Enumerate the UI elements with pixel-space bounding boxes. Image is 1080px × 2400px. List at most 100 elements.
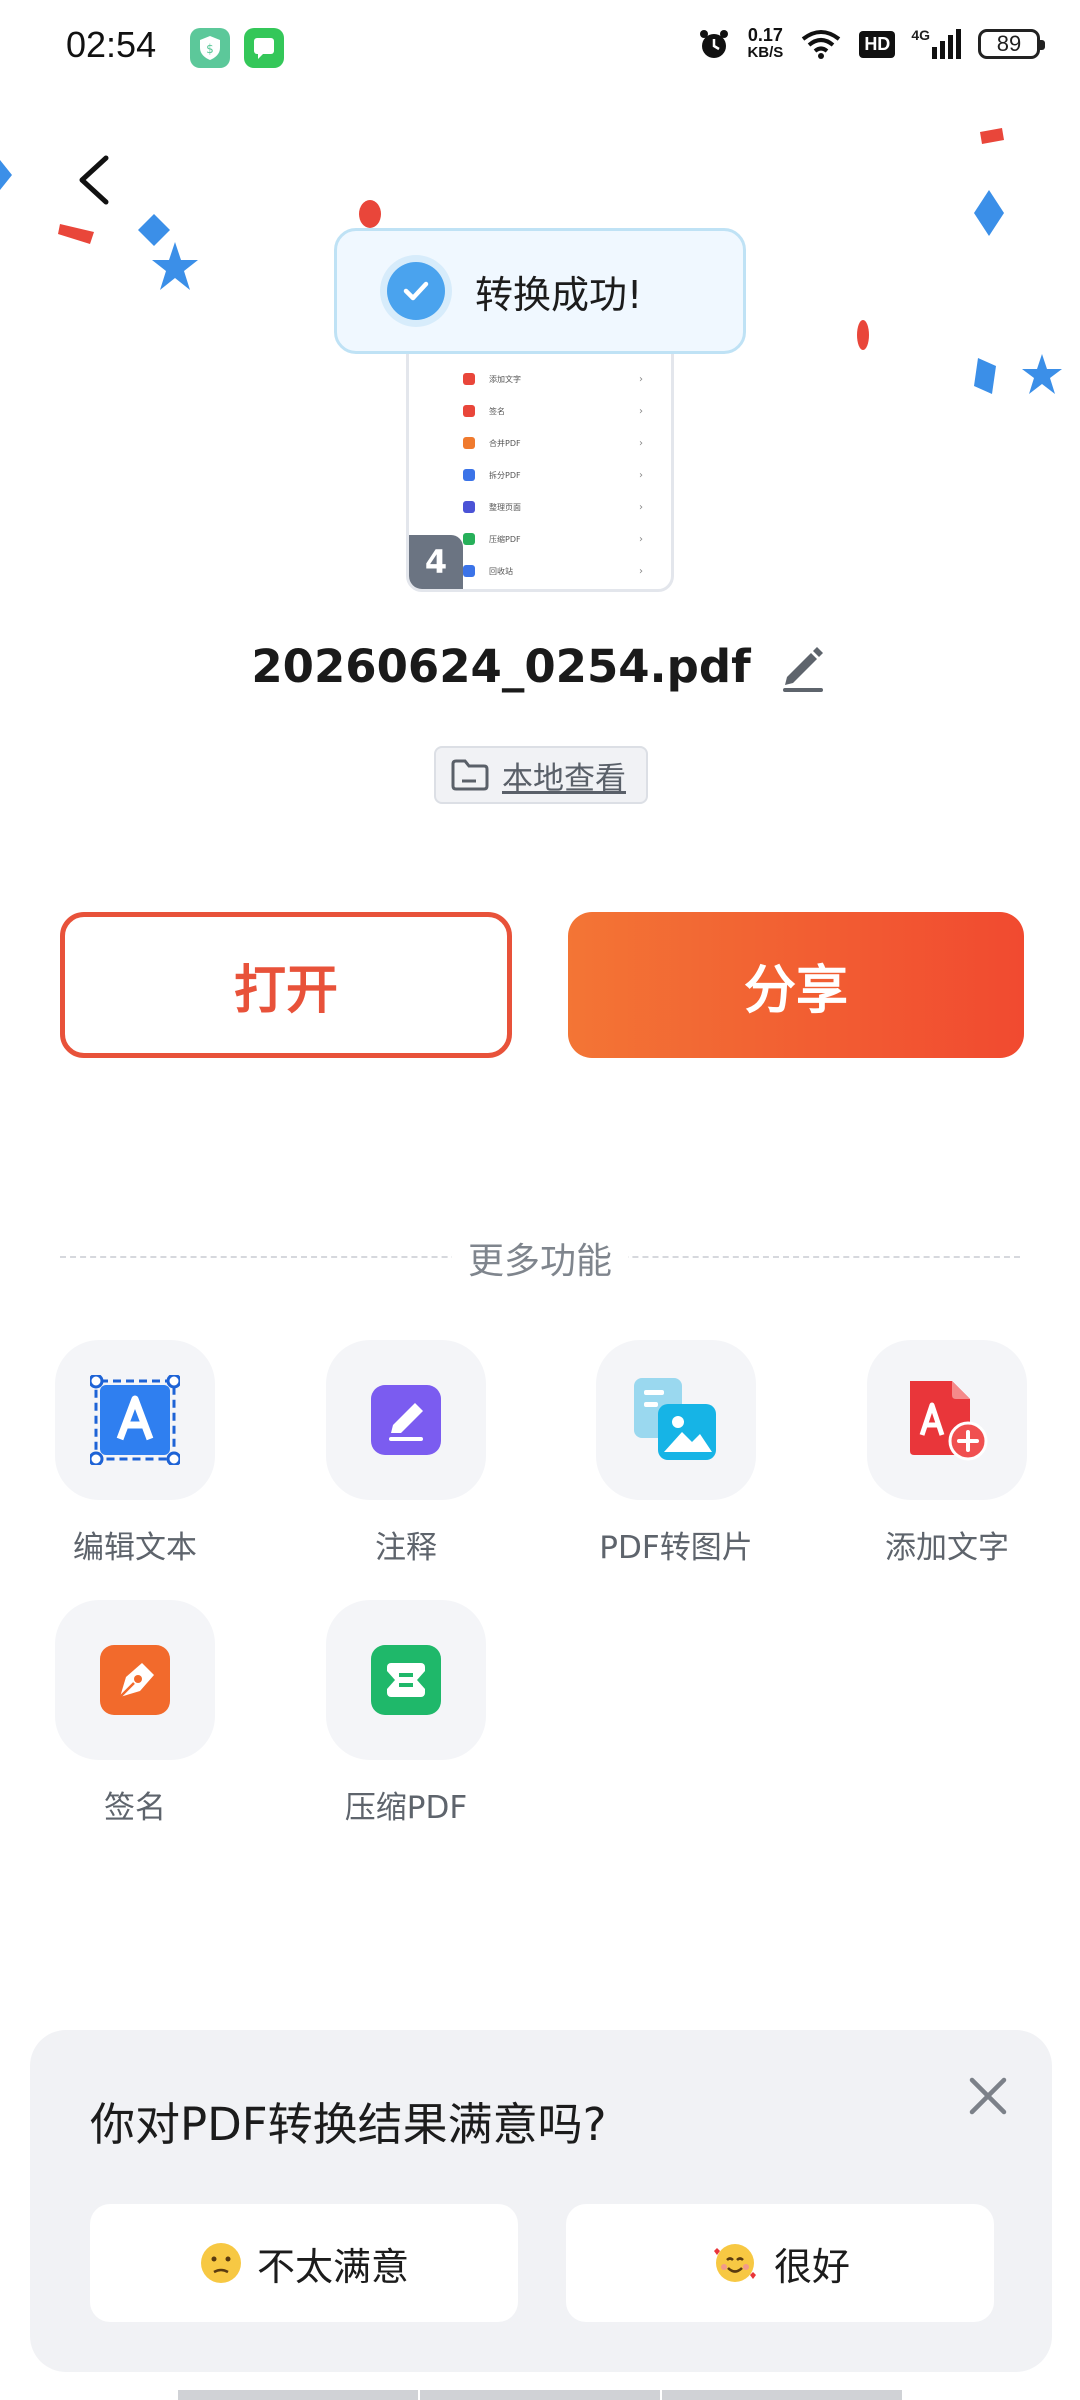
not-satisfied-label: 不太满意 (256, 2244, 409, 2289)
feature-label: 压缩PDF (344, 1790, 468, 1826)
battery-indicator: 89 (978, 29, 1045, 59)
pdf-thumbnail[interactable]: 添加文字 › 签名 › 合并PDF › 拆分PDF › 整理页面 › 压缩PDF… (406, 340, 674, 592)
feedback-question: 你对PDF转换结果满意吗? (90, 2098, 607, 2151)
gesture-bar (178, 2390, 418, 2400)
feature-tile (55, 1600, 215, 1760)
confetti-piece (980, 128, 1004, 144)
chevron-right-icon: › (639, 533, 643, 545)
alarm-icon (700, 30, 729, 58)
folder-icon (451, 759, 489, 791)
network-speed: 0.17 KB/S (747, 26, 783, 62)
thumbnail-row-label: 签名 (489, 406, 505, 416)
feature-tile (326, 1600, 486, 1760)
shield-app-icon: $ (190, 28, 230, 68)
confetti-piece (0, 160, 12, 190)
thumbnail-row: 回收站 › (463, 565, 643, 577)
more-features-title: 更多功能 (451, 1241, 628, 1282)
thumbnail-row-label: 回收站 (489, 566, 513, 576)
thumbnail-row-icon (463, 469, 475, 481)
thumbnail-row-label: 压缩PDF (489, 534, 521, 544)
thumbnail-row-label: 添加文字 (489, 374, 521, 384)
satisfied-label: 很好 (773, 2244, 850, 2289)
network-speed-unit: KB/S (747, 44, 784, 61)
signal-icon: 4G (911, 27, 962, 59)
feature-edit-text[interactable]: 编辑文本 (50, 1340, 220, 1567)
file-name: 20260624_0254.pdf (251, 640, 751, 693)
chevron-right-icon: › (639, 565, 643, 577)
thumbnail-row: 签名 › (463, 405, 643, 417)
chevron-right-icon: › (639, 437, 643, 449)
success-message: 转换成功! (475, 272, 643, 317)
chevron-right-icon: › (639, 501, 643, 513)
check-circle-icon (387, 262, 445, 320)
feature-pdf-to-image[interactable]: PDF转图片 (591, 1340, 761, 1567)
feature-label: 注释 (375, 1530, 437, 1566)
thumbnail-row: 压缩PDF › (463, 533, 643, 545)
confetti-piece (58, 224, 94, 244)
thumbnail-row: 添加文字 › (463, 373, 643, 385)
network-type: 4G (911, 27, 930, 43)
confetti-piece (974, 358, 996, 394)
thumbnail-row-icon (463, 565, 475, 577)
chevron-right-icon: › (639, 373, 643, 385)
feature-label: 添加文字 (885, 1530, 1009, 1566)
local-view-button[interactable]: 本地查看 (434, 746, 648, 804)
confetti-piece (359, 200, 381, 228)
confused-face-icon (200, 2243, 241, 2283)
compress-pdf-icon (371, 1645, 441, 1715)
thumbnail-row-icon (463, 437, 475, 449)
confetti-piece (857, 320, 869, 350)
feature-label: PDF转图片 (599, 1530, 753, 1566)
status-time: 02:54 (66, 24, 157, 65)
gesture-bar (662, 2390, 902, 2400)
feature-annotate[interactable]: 注释 (321, 1340, 491, 1567)
thumbnail-row: 合并PDF › (463, 437, 643, 449)
open-button[interactable]: 打开 (60, 912, 512, 1058)
thumbnail-row-label: 合并PDF (489, 438, 521, 448)
not-satisfied-button[interactable]: 不太满意 (90, 2204, 518, 2322)
thumbnail-row-label: 整理页面 (489, 502, 521, 512)
thumbnail-row-icon (463, 373, 475, 385)
close-icon[interactable] (964, 2072, 1012, 2120)
edit-filename-icon[interactable] (777, 641, 829, 693)
status-indicators: 0.17 KB/S HD 4G 89 (697, 26, 1045, 62)
signature-icon (100, 1645, 170, 1715)
wifi-icon (802, 30, 841, 59)
hd-badge: HD (859, 30, 896, 58)
satisfied-button[interactable]: 很好 (566, 2204, 994, 2322)
pdf-to-image-icon (634, 1378, 716, 1460)
feature-tile (55, 1340, 215, 1500)
thumbnail-row: 整理页面 › (463, 501, 643, 513)
network-speed-value: 0.17 (747, 25, 783, 45)
confetti-piece (974, 190, 1004, 236)
feature-tile (326, 1340, 486, 1500)
smiling-hearts-icon (713, 2244, 756, 2282)
feature-label: 编辑文本 (73, 1530, 197, 1566)
more-features-header: 更多功能 (0, 1232, 1080, 1284)
confetti-star (1022, 354, 1062, 394)
gesture-bar (420, 2390, 660, 2400)
feature-tile (596, 1340, 756, 1500)
file-name-row: 20260624_0254.pdf (0, 640, 1080, 693)
annotate-icon (371, 1385, 441, 1455)
messages-app-icon (244, 28, 284, 68)
thumbnail-row-icon (463, 501, 475, 513)
confetti-star (152, 242, 198, 290)
local-view-label: 本地查看 (502, 760, 626, 797)
thumbnail-row: 拆分PDF › (463, 469, 643, 481)
chevron-right-icon: › (639, 469, 643, 481)
feature-add-text[interactable]: 添加文字 (862, 1340, 1032, 1567)
share-button[interactable]: 分享 (568, 912, 1024, 1058)
svg-text:$: $ (206, 42, 214, 56)
feature-signature[interactable]: 签名 (50, 1600, 220, 1827)
add-text-icon (910, 1381, 988, 1461)
edit-text-icon (90, 1375, 180, 1465)
thumbnail-row-label: 拆分PDF (489, 470, 521, 480)
page-count-badge: 4 (409, 535, 463, 589)
feedback-card: 你对PDF转换结果满意吗? 不太满意 很好 (30, 2030, 1052, 2372)
chevron-right-icon: › (639, 405, 643, 417)
feature-compress-pdf[interactable]: 压缩PDF (321, 1600, 491, 1827)
success-toast: 转换成功! (334, 228, 746, 354)
back-button[interactable] (70, 150, 120, 210)
thumbnail-row-icon (463, 405, 475, 417)
